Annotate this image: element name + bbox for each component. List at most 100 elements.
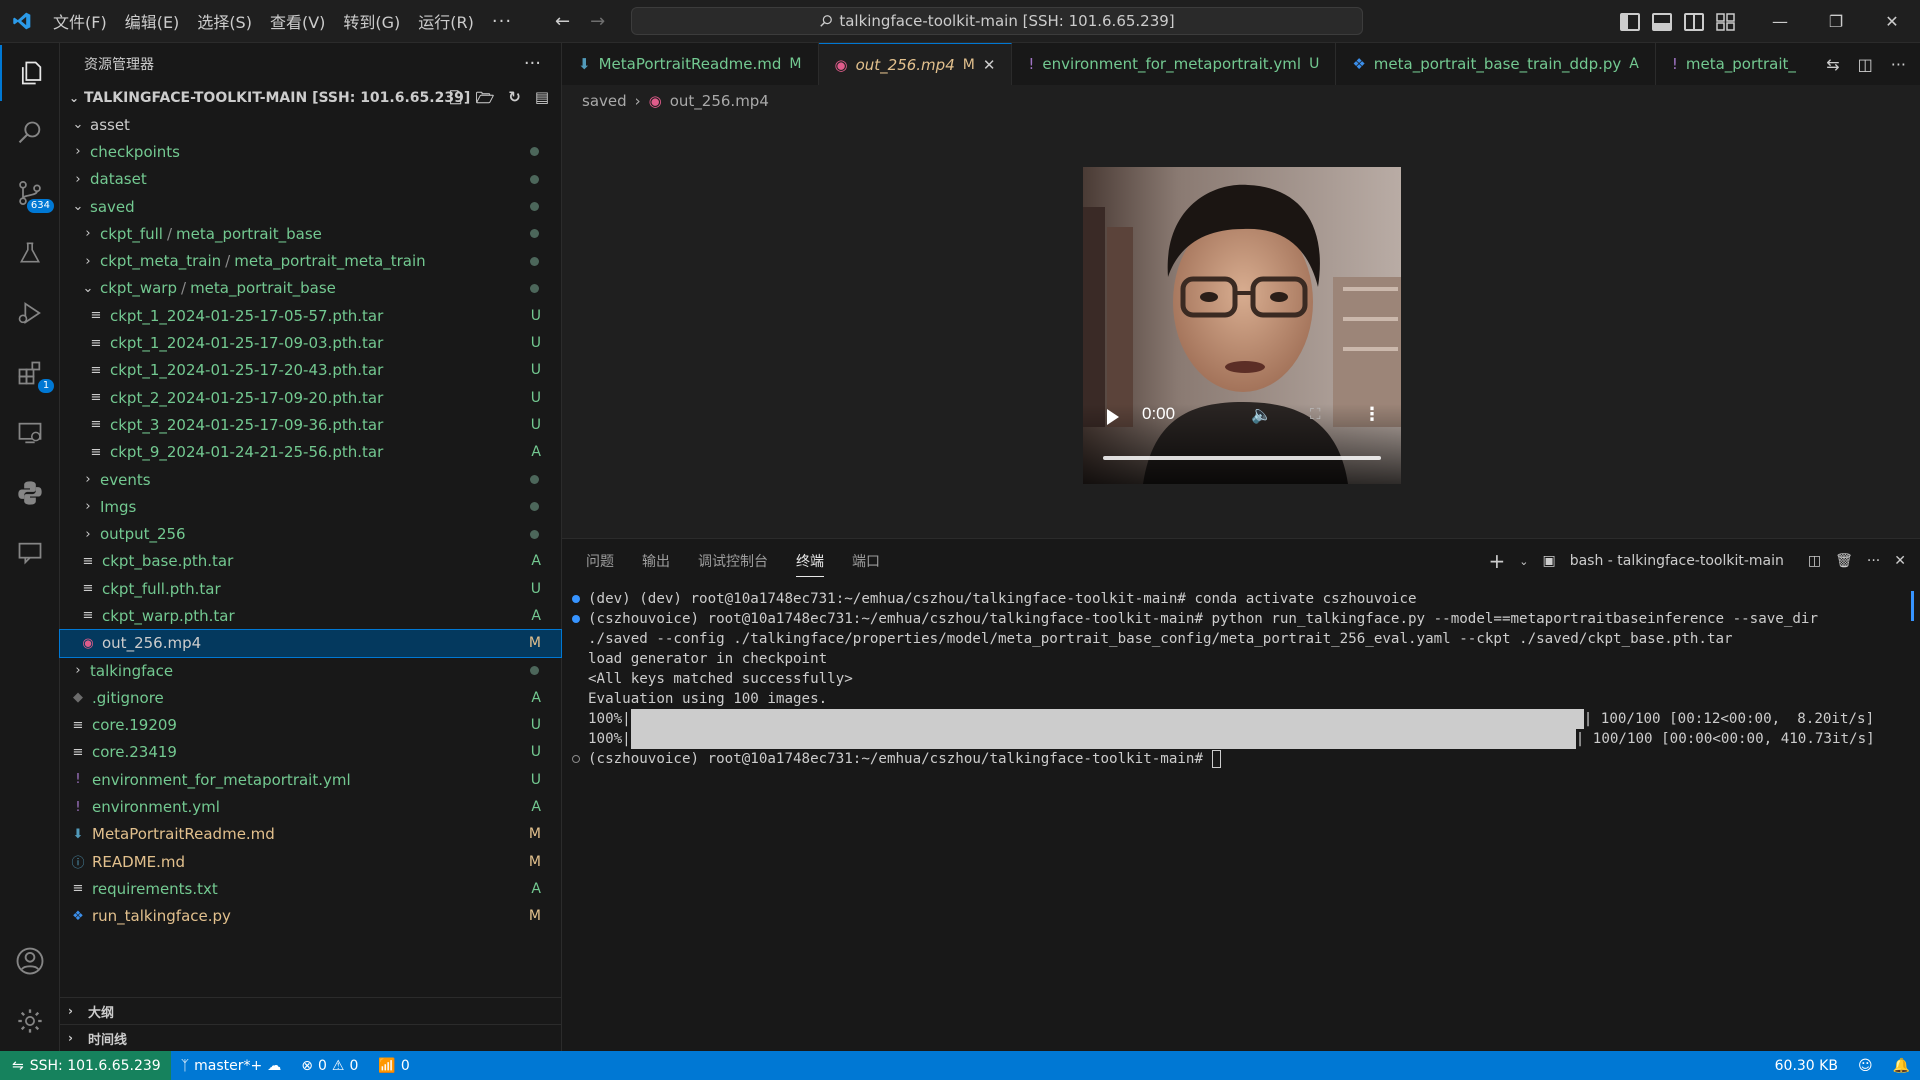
tree-file[interactable]: ❖ run_talkingface.py M [60, 903, 561, 930]
tree-file[interactable]: ◆ .gitignore A [60, 684, 561, 711]
git-branch[interactable]: ᛉ master*+ ☁ [171, 1051, 292, 1080]
accounts-icon[interactable] [0, 933, 60, 989]
compare-changes-icon[interactable]: ⇆ [1826, 55, 1839, 74]
outline-section[interactable]: › 大纲 [60, 997, 562, 1024]
editor-tab[interactable]: ! environment_for_metaportrait.yml U [1012, 43, 1337, 85]
tree-folder[interactable]: › ckpt_meta_train / meta_portrait_meta_trai… [60, 247, 561, 274]
video-progress-bar[interactable] [1103, 456, 1381, 460]
tree-file[interactable]: ≡ ckpt_2_2024-01-25-17-09-20.pth.tar U [60, 384, 561, 411]
explorer-more-button[interactable]: ··· [524, 53, 541, 74]
kill-terminal-icon[interactable]: 🗑 [1835, 553, 1853, 569]
tree-folder[interactable]: › output_256 [60, 520, 561, 547]
tree-folder[interactable]: ⌄ asset [60, 111, 561, 138]
back-arrow-icon[interactable]: ← [555, 11, 570, 32]
split-editor-icon[interactable]: ◫ [1858, 55, 1873, 74]
panel-more-icon[interactable]: ··· [1867, 553, 1880, 569]
menu-more-button[interactable]: ··· [483, 0, 521, 42]
video-more-icon[interactable]: ⋮ [1363, 404, 1381, 425]
editor-tab[interactable]: ! meta_portrait_ [1655, 43, 1813, 85]
new-terminal-icon[interactable]: + [1488, 549, 1505, 573]
tree-folder[interactable]: › Imgs [60, 493, 561, 520]
explorer-icon[interactable] [0, 45, 60, 101]
file-size[interactable]: 60.30 KB [1765, 1051, 1848, 1080]
editor-more-icon[interactable]: ··· [1891, 55, 1906, 74]
fullscreen-icon[interactable]: ⛶ [1310, 405, 1321, 423]
tree-folder[interactable]: › events [60, 466, 561, 493]
breadcrumb-file[interactable]: out_256.mp4 [670, 92, 769, 110]
tab-ports[interactable]: 端口 [852, 539, 894, 583]
chevron-down-icon[interactable]: ⌄ [1519, 555, 1528, 568]
new-folder-icon[interactable]: 🗁 [476, 88, 495, 113]
editor-tab[interactable]: ⬇ MetaPortraitReadme.md M [562, 43, 819, 85]
remote-explorer-icon[interactable] [0, 405, 60, 461]
timeline-section[interactable]: › 时间线 [60, 1024, 562, 1051]
volume-icon[interactable]: 🔈 [1251, 405, 1272, 425]
search-icon[interactable] [0, 105, 60, 161]
problems-indicator[interactable]: ⊗ 0 ⚠ 0 [291, 1051, 368, 1080]
play-icon[interactable] [1107, 409, 1119, 425]
source-control-icon[interactable]: 634 [0, 165, 60, 221]
chat-comments-icon[interactable] [0, 525, 60, 581]
tree-file[interactable]: ≡ requirements.txt A [60, 875, 561, 902]
tree-file[interactable]: ≡ ckpt_base.pth.tar A [60, 548, 561, 575]
python-icon[interactable] [0, 465, 60, 521]
remote-indicator[interactable]: ⇋ SSH: 101.6.65.239 [0, 1051, 171, 1080]
tree-file[interactable]: ≡ core.23419 U [60, 739, 561, 766]
collapse-all-icon[interactable]: ▤ [535, 88, 549, 113]
menu-view[interactable]: 查看(V) [261, 0, 334, 42]
menu-selection[interactable]: 选择(S) [188, 0, 261, 42]
close-tab-icon[interactable]: ✕ [983, 56, 996, 74]
tree-folder[interactable]: ⌄ ckpt_warp / meta_portrait_base [60, 275, 561, 302]
command-center-search[interactable]: talkingface-toolkit-main [SSH: 101.6.65.… [631, 7, 1363, 35]
tree-file[interactable]: ! environment_for_metaportrait.yml U [60, 766, 561, 793]
terminal-name[interactable]: bash - talkingface-toolkit-main [1570, 553, 1784, 569]
menu-file[interactable]: 文件(F) [44, 0, 116, 42]
ports-indicator[interactable]: 📶 0 [368, 1051, 419, 1080]
copilot-icon[interactable]: ☺ [1848, 1051, 1883, 1080]
tab-problems[interactable]: 问题 [586, 539, 628, 583]
tree-file[interactable]: ≡ ckpt_1_2024-01-25-17-20-43.pth.tar U [60, 357, 561, 384]
menu-run[interactable]: 运行(R) [409, 0, 483, 42]
tree-file[interactable]: ≡ core.19209 U [60, 712, 561, 739]
tree-file[interactable]: ! environment.yml A [60, 793, 561, 820]
forward-arrow-icon[interactable]: → [590, 11, 605, 32]
workspace-root[interactable]: ⌄ TALKINGFACE-TOOLKIT-MAIN [SSH: 101.6.6… [60, 85, 561, 111]
restore-icon[interactable]: ❐ [1808, 0, 1864, 43]
toggle-primary-sidebar-icon[interactable] [1620, 12, 1640, 31]
minimize-icon[interactable]: — [1752, 0, 1808, 43]
tree-file[interactable]: ⓘ README.md M [60, 848, 561, 875]
tree-folder[interactable]: ⌄ saved [60, 193, 561, 220]
tab-debug-console[interactable]: 调试控制台 [698, 539, 782, 583]
close-panel-icon[interactable]: ✕ [1894, 553, 1906, 569]
toggle-panel-icon[interactable] [1652, 12, 1672, 31]
tree-folder[interactable]: › dataset [60, 166, 561, 193]
split-terminal-icon[interactable]: ◫ [1808, 553, 1821, 569]
testing-flask-icon[interactable] [0, 225, 60, 281]
close-window-icon[interactable]: ✕ [1864, 0, 1920, 43]
extensions-icon[interactable]: 1 [0, 345, 60, 401]
video-player[interactable]: 0:00 🔈 ⛶ ⋮ [1083, 167, 1401, 484]
run-debug-icon[interactable] [0, 285, 60, 341]
tree-file[interactable]: ≡ ckpt_1_2024-01-25-17-09-03.pth.tar U [60, 329, 561, 356]
notifications-bell-icon[interactable]: 🔔 [1883, 1051, 1920, 1080]
tree-file[interactable]: ≡ ckpt_warp.pth.tar A [60, 602, 561, 629]
tree-file[interactable]: ≡ ckpt_9_2024-01-24-21-25-56.pth.tar A [60, 439, 561, 466]
tree-file[interactable]: ≡ ckpt_3_2024-01-25-17-09-36.pth.tar U [60, 411, 561, 438]
tree-folder[interactable]: › ckpt_full / meta_portrait_base [60, 220, 561, 247]
tab-terminal[interactable]: 终端 [796, 539, 838, 583]
tree-folder[interactable]: › checkpoints [60, 138, 561, 165]
sync-icon[interactable]: ☁ [267, 1058, 281, 1074]
tree-file[interactable]: ≡ ckpt_full.pth.tar U [60, 575, 561, 602]
terminal-scrollbar[interactable] [1911, 591, 1914, 621]
menu-edit[interactable]: 编辑(E) [116, 0, 189, 42]
editor-tab[interactable]: ❖ meta_portrait_base_train_ddp.py A [1336, 43, 1656, 85]
breadcrumb-folder[interactable]: saved [582, 92, 627, 110]
customize-layout-icon[interactable] [1716, 12, 1736, 31]
editor-tab[interactable]: ◉ out_256.mp4 M ✕ [818, 43, 1013, 85]
refresh-icon[interactable]: ↻ [508, 88, 521, 113]
manage-gear-icon[interactable] [0, 993, 60, 1049]
tree-file[interactable]: ≡ ckpt_1_2024-01-25-17-05-57.pth.tar U [60, 302, 561, 329]
menu-go[interactable]: 转到(G) [334, 0, 409, 42]
tree-file[interactable]: ⬇ MetaPortraitReadme.md M [60, 821, 561, 848]
toggle-secondary-sidebar-icon[interactable] [1684, 12, 1704, 31]
